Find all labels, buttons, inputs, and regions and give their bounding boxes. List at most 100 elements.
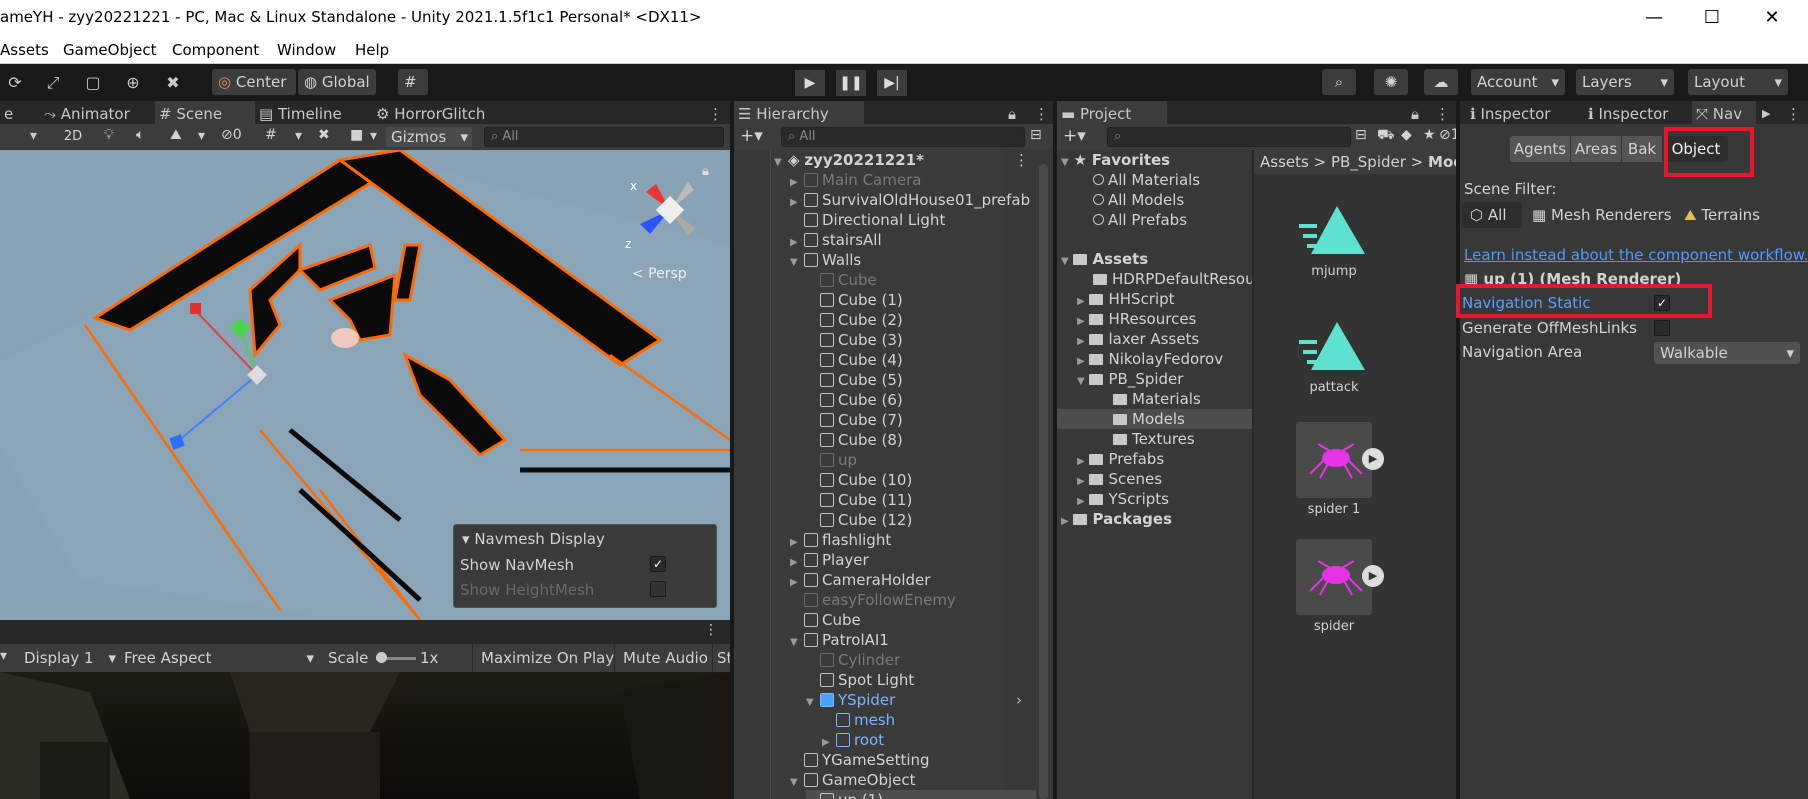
custom-tool-icon[interactable]: ✖ <box>160 71 186 95</box>
layers-dropdown[interactable]: Layers ▾ <box>1576 69 1674 95</box>
scale-tool-icon[interactable]: ⤢ <box>40 71 66 95</box>
favorite-icon[interactable]: ★ <box>1423 127 1436 143</box>
list-item[interactable]: Cube (1) <box>806 290 903 310</box>
list-item[interactable]: Cube (11) <box>806 490 912 510</box>
list-item[interactable]: Cube (7) <box>806 410 903 430</box>
close-button[interactable]: ✕ <box>1752 4 1792 32</box>
show-heightmesh-checkbox[interactable] <box>650 581 666 597</box>
navigation-area-dropdown[interactable]: Walkable ▾ <box>1654 342 1800 364</box>
scene-menu-icon[interactable]: ⋮ <box>1014 150 1029 170</box>
list-item[interactable]: Cube (8) <box>806 430 903 450</box>
list-item[interactable]: ▶ HHScript <box>1077 289 1175 309</box>
pause-button[interactable]: ❚❚ <box>836 70 866 96</box>
persp-label[interactable]: < Persp <box>632 266 687 282</box>
list-item[interactable]: ▶ YScripts <box>1077 489 1169 509</box>
cloud-icon[interactable]: ☁ <box>1424 69 1458 95</box>
pivot-global-button[interactable]: ◍ Global <box>298 69 376 95</box>
asset-item[interactable]: pattack <box>1284 316 1384 395</box>
transform-tool-icon[interactable]: ⊕ <box>120 71 146 95</box>
list-item[interactable]: ▶ flashlight <box>790 530 891 550</box>
minimize-button[interactable]: — <box>1634 4 1674 32</box>
list-item[interactable]: ▶ Player <box>790 550 869 570</box>
label-icon[interactable]: ◆ <box>1401 127 1412 143</box>
add-icon[interactable]: +▾ <box>1063 126 1086 146</box>
list-item[interactable]: ▶ CameraHolder <box>790 570 930 590</box>
list-item[interactable]: Textures <box>1113 429 1195 449</box>
play-button[interactable]: ▶ <box>795 70 825 96</box>
list-item[interactable]: Cube <box>806 270 877 290</box>
favorites-header[interactable]: ▼ ★ Favorites <box>1061 150 1170 170</box>
mute-audio-toggle[interactable]: Mute Audio <box>614 644 716 672</box>
asset-item[interactable]: ▶ spider <box>1284 539 1384 634</box>
list-item[interactable]: Spot Light <box>806 670 914 690</box>
menu-gameobject[interactable]: GameObject <box>63 41 157 59</box>
draw-mode-dropdown[interactable]: ▾ <box>30 128 37 144</box>
play-preview-icon[interactable]: ▶ <box>1362 565 1384 587</box>
list-item[interactable]: ▶ NikolayFedorov <box>1077 349 1223 369</box>
list-item[interactable]: ▶ HResources <box>1077 309 1196 329</box>
search-icon[interactable]: ⌕ <box>1322 69 1356 95</box>
list-item[interactable]: ▶ laxer Assets <box>1077 329 1199 349</box>
step-button[interactable]: ▶| <box>877 70 907 96</box>
menu-help[interactable]: Help <box>355 41 389 59</box>
search-by-type-icon[interactable]: ⊟ <box>1355 127 1367 143</box>
list-item[interactable]: Cylinder <box>806 650 900 670</box>
chevron-down-icon[interactable]: ▾ <box>370 128 377 144</box>
list-item[interactable]: Cube (3) <box>806 330 903 350</box>
list-item-selected[interactable]: up (1) <box>806 790 1036 799</box>
list-item[interactable]: ▼ PB_Spider <box>1077 369 1183 389</box>
audio-icon[interactable]: 🔈︎ <box>136 127 144 143</box>
project-search-input[interactable]: ⌕ <box>1107 127 1351 147</box>
filter-type-icon[interactable]: ⛟ <box>1377 127 1395 145</box>
pivot-center-button[interactable]: ◎ Center <box>212 69 296 95</box>
rect-tool-icon[interactable]: ▢ <box>80 71 106 95</box>
scene-root[interactable]: ▼ ◈ zyy20221221* ⋮ <box>774 150 1029 170</box>
asset-item[interactable]: ▶ spider 1 <box>1284 422 1384 517</box>
scale-slider-thumb[interactable] <box>376 652 387 663</box>
list-item[interactable]: ▶ stairsAll <box>790 230 882 250</box>
list-item[interactable]: Materials <box>1113 389 1201 409</box>
add-icon[interactable]: +▾ <box>740 126 763 146</box>
scene-viewport[interactable]: x z < Persp 🔒︎ ▾ Navmesh Display Show Na… <box>0 150 730 620</box>
toggle-2d[interactable]: 2D <box>55 126 91 148</box>
tools-icon[interactable]: ✖ <box>318 127 330 143</box>
list-item[interactable]: Cube (12) <box>806 510 912 530</box>
grid-snap-icon[interactable]: # <box>398 69 428 95</box>
play-preview-icon[interactable]: ▶ <box>1362 448 1384 470</box>
list-item-selected[interactable]: Models <box>1057 409 1253 429</box>
tab-areas[interactable]: Areas <box>1571 136 1621 162</box>
list-item[interactable]: ▼ Walls <box>790 250 861 270</box>
filter-mesh-renderers-button[interactable]: ▦ Mesh Renderers <box>1526 202 1676 228</box>
menu-component[interactable]: Component <box>172 41 259 59</box>
layout-dropdown[interactable]: Layout ▾ <box>1688 69 1788 95</box>
chevron-down-icon[interactable]: ▾ <box>198 128 205 144</box>
aspect-dropdown[interactable]: Free Aspect ▾ <box>118 644 316 672</box>
assets-header[interactable]: ▼ Assets <box>1061 249 1148 269</box>
panel-menu-icon[interactable]: ⋮ <box>704 622 718 638</box>
list-item[interactable]: Directional Light <box>790 210 945 230</box>
scene-visibility-icon[interactable]: ⊟ <box>1030 127 1042 143</box>
services-icon[interactable]: ✺ <box>1374 69 1408 95</box>
effects-icon[interactable]: ⛰ <box>170 127 182 143</box>
account-dropdown[interactable]: Account ▾ <box>1471 69 1565 95</box>
packages-header[interactable]: ▶ Packages <box>1061 509 1172 529</box>
camera-icon[interactable]: ■ <box>350 127 363 143</box>
grid-icon[interactable]: # <box>265 127 277 143</box>
list-item[interactable]: up <box>806 450 857 470</box>
list-item[interactable]: Cube (2) <box>806 310 903 330</box>
filter-all-button[interactable]: ⬡ All <box>1462 202 1522 228</box>
hierarchy-scrollbar[interactable] <box>1039 164 1048 799</box>
list-item[interactable]: ▼ PatrolAI1 <box>790 630 889 650</box>
filter-terrains-button[interactable]: ⛰ Terrains <box>1680 202 1780 228</box>
breadcrumb-item[interactable]: PB_Spider <box>1331 153 1406 171</box>
list-item[interactable]: easyFollowEnemy <box>790 590 956 610</box>
display-dropdown[interactable]: Display 1 ▾ <box>10 644 116 672</box>
list-item[interactable]: All Materials <box>1093 170 1200 190</box>
chevron-down-icon[interactable]: ▾ <box>0 648 7 664</box>
breadcrumb-item[interactable]: Mod <box>1428 153 1457 171</box>
list-item[interactable]: ▼ GameObject <box>790 770 916 790</box>
list-item[interactable]: Cube (6) <box>806 390 903 410</box>
list-item[interactable]: YGameSetting <box>790 750 930 770</box>
hierarchy-search-input[interactable]: ⌕ All <box>781 127 1025 147</box>
component-workflow-link[interactable]: Learn instead about the component workfl… <box>1464 246 1808 264</box>
